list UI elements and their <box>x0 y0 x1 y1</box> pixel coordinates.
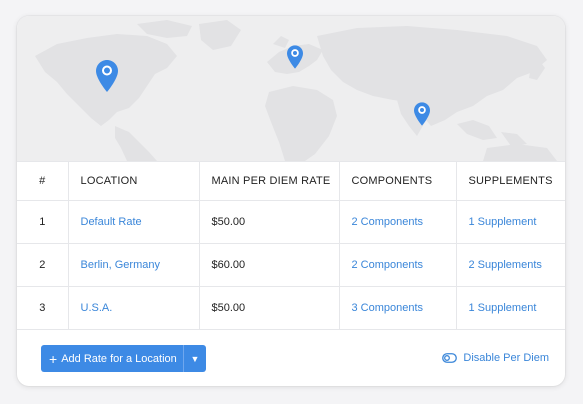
column-header-number: # <box>17 161 69 201</box>
add-rate-button[interactable]: + Add Rate for a Location <box>41 345 183 372</box>
chevron-down-icon: ▼ <box>190 353 200 364</box>
column-header-supplements: SUPPLEMENTS <box>456 161 565 201</box>
row-number: 3 <box>17 286 69 330</box>
components-link[interactable]: 3 Components <box>352 302 424 314</box>
plus-icon: + <box>49 350 58 367</box>
rate-value: $50.00 <box>199 200 340 244</box>
row-number: 1 <box>17 200 69 244</box>
world-map <box>17 16 565 161</box>
rate-value: $50.00 <box>199 286 340 330</box>
location-link[interactable]: Default Rate <box>81 216 142 228</box>
disable-per-diem-label: Disable Per Diem <box>463 352 549 364</box>
table-row: 1 Default Rate $50.00 2 Components 1 Sup… <box>17 200 565 244</box>
rate-value: $60.00 <box>199 243 340 287</box>
column-header-components: COMPONENTS <box>339 161 457 201</box>
disable-per-diem-link[interactable]: Disable Per Diem <box>442 352 549 364</box>
add-rate-split-button: + Add Rate for a Location ▼ <box>41 345 206 372</box>
components-link[interactable]: 2 Components <box>352 216 424 228</box>
per-diem-card: # LOCATION MAIN PER DIEM RATE COMPONENTS… <box>17 16 565 386</box>
column-header-rate: MAIN PER DIEM RATE <box>199 161 340 201</box>
supplements-link[interactable]: 1 Supplement <box>469 216 537 228</box>
column-header-location: LOCATION <box>68 161 200 201</box>
components-link[interactable]: 2 Components <box>352 259 424 271</box>
map-pin-usa[interactable] <box>96 60 118 92</box>
map-pin-india[interactable] <box>414 102 430 126</box>
supplements-link[interactable]: 2 Supplements <box>469 259 542 271</box>
location-link[interactable]: Berlin, Germany <box>81 259 160 271</box>
table-row: 2 Berlin, Germany $60.00 2 Components 2 … <box>17 243 565 287</box>
row-number: 2 <box>17 243 69 287</box>
card-footer: + Add Rate for a Location ▼ Disable Per … <box>17 332 565 386</box>
table-row: 3 U.S.A. $50.00 3 Components 1 Supplemen… <box>17 286 565 330</box>
map-pin-germany[interactable] <box>287 45 303 69</box>
add-rate-label: Add Rate for a Location <box>61 352 177 365</box>
table-header-row: # LOCATION MAIN PER DIEM RATE COMPONENTS… <box>17 161 565 201</box>
add-rate-dropdown-button[interactable]: ▼ <box>183 345 206 372</box>
toggle-icon <box>442 353 458 363</box>
supplements-link[interactable]: 1 Supplement <box>469 302 537 314</box>
location-link[interactable]: U.S.A. <box>81 302 113 314</box>
per-diem-rates-table: # LOCATION MAIN PER DIEM RATE COMPONENTS… <box>17 161 565 330</box>
